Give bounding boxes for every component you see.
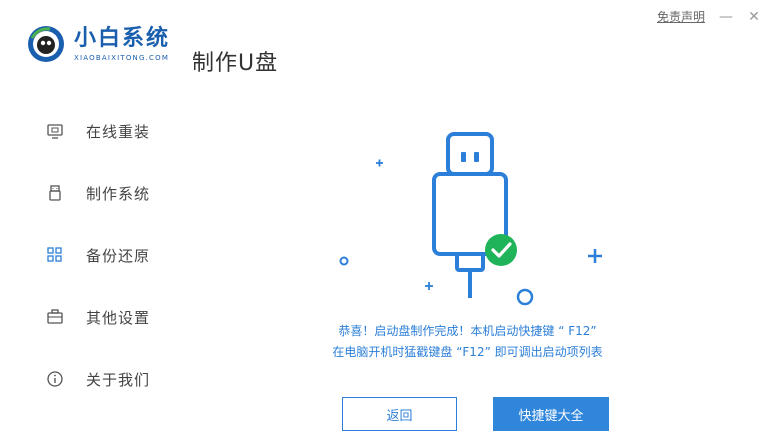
usb-success-illustration — [320, 120, 620, 310]
disclaimer-link[interactable]: 免责声明 — [657, 8, 705, 25]
sidebar-item-make-system[interactable]: 制作系统 — [44, 162, 204, 224]
plus-icon — [425, 282, 433, 290]
sidebar-item-label: 其他设置 — [86, 308, 151, 327]
info-icon — [44, 368, 66, 390]
window-controls: 免责声明 — ✕ — [657, 8, 761, 25]
minimize-button[interactable]: — — [719, 9, 733, 25]
plus-icon — [588, 249, 602, 263]
sidebar-item-label: 在线重装 — [86, 122, 151, 141]
circle-decor — [339, 256, 349, 266]
sidebar-item-about-us[interactable]: 关于我们 — [44, 348, 204, 410]
brand-name: 小白系统 — [74, 25, 171, 51]
sidebar-item-label: 关于我们 — [86, 370, 151, 389]
shortcut-keys-button[interactable]: 快捷键大全 — [493, 397, 609, 431]
check-circle-icon — [485, 234, 517, 266]
sidebar-item-label: 制作系统 — [86, 184, 151, 203]
sidebar-item-backup-restore[interactable]: 备份还原 — [44, 224, 204, 286]
app-logo: 小白系统 XIAOBAIXITONG.COM — [26, 24, 170, 64]
close-button[interactable]: ✕ — [747, 9, 761, 25]
sidebar: 在线重装 制作系统 备份还原 其他设置 关于我们 — [44, 100, 204, 410]
back-button[interactable]: 返回 — [342, 397, 457, 431]
usb-drive-icon — [432, 132, 508, 298]
page-title: 制作U盘 — [192, 51, 279, 76]
success-message: 恭喜！启动盘制作完成！本机启动快捷键 “ F12” — [338, 324, 597, 338]
sidebar-item-other-settings[interactable]: 其他设置 — [44, 286, 204, 348]
hint-message: 在电脑开机时猛戳键盘 “F12” 即可调出启动项列表 — [332, 345, 603, 359]
monitor-icon — [44, 120, 66, 142]
plus-icon — [376, 159, 383, 167]
sidebar-item-label: 备份还原 — [86, 246, 151, 265]
sidebar-item-online-reinstall[interactable]: 在线重装 — [44, 100, 204, 162]
briefcase-icon — [44, 306, 66, 328]
grid-icon — [44, 244, 66, 266]
brand-subtitle: XIAOBAIXITONG.COM — [74, 53, 170, 62]
circle-decor — [516, 288, 534, 306]
usb-icon — [44, 182, 66, 204]
logo-icon — [26, 24, 66, 64]
